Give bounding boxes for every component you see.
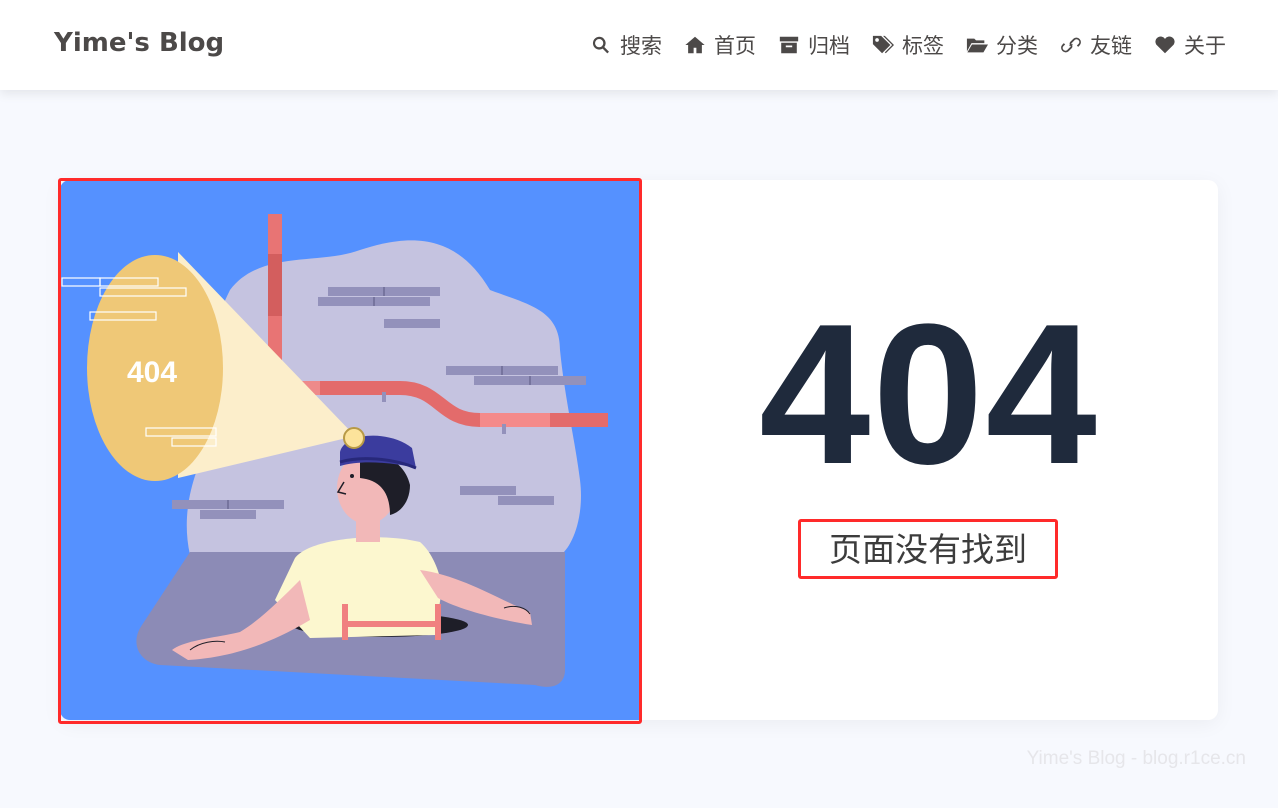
site-brand[interactable]: Yime's Blog	[54, 28, 224, 58]
nav-item-label: 首页	[714, 34, 756, 58]
tags-icon	[872, 35, 894, 54]
illustration-404-text: 404	[127, 356, 177, 389]
folder-open-icon	[966, 38, 988, 53]
nav-item-label: 关于	[1184, 34, 1226, 58]
search-icon	[592, 36, 609, 54]
nav-item-label: 搜索	[620, 34, 662, 58]
nav-item-about[interactable]: 关于	[1154, 30, 1226, 60]
nav-menu: 搜索 首页 归档 标签 分类 友链 关于	[568, 30, 1226, 60]
nav-item-links[interactable]: 友链	[1060, 30, 1132, 60]
nav-item-label: 归档	[808, 34, 850, 58]
error-code: 404	[759, 283, 1099, 506]
nav-item-home[interactable]: 首页	[684, 30, 756, 60]
nav-item-search[interactable]: 搜索	[590, 30, 662, 60]
nav-item-label: 标签	[902, 34, 944, 58]
error-message: 页面没有找到	[829, 530, 1027, 569]
nav-item-label: 友链	[1090, 34, 1132, 58]
nav-item-tags[interactable]: 标签	[872, 30, 944, 60]
nav-item-archive[interactable]: 归档	[778, 30, 850, 60]
navbar: Yime's Blog 搜索 首页 归档 标签 分类 友链 关于	[0, 0, 1278, 90]
heart-icon	[1155, 36, 1175, 54]
footer-watermark: Yime's Blog - blog.r1ce.cn	[1026, 748, 1246, 769]
archive-icon	[779, 36, 799, 54]
link-icon	[1061, 37, 1081, 53]
manhole-worker-illustration: 404	[61, 214, 608, 687]
home-icon	[685, 36, 705, 54]
nav-item-label: 分类	[996, 34, 1038, 58]
nav-item-categories[interactable]: 分类	[966, 30, 1038, 60]
error-illustration: 404	[60, 180, 640, 720]
